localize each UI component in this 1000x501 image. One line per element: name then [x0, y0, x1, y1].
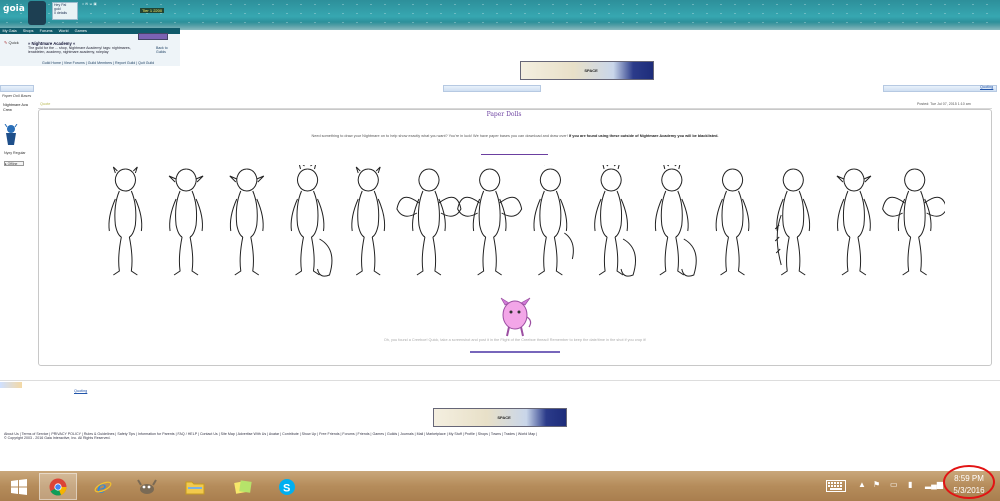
user-info-box: Hey Pal gold 0 details [52, 2, 78, 20]
doll-base-figure [654, 165, 697, 277]
post-author-name[interactable]: Nightmare Ava Crew [3, 103, 33, 112]
doll-base-figure [290, 165, 333, 277]
intro-plain: Need something to draw your Nightmare on… [311, 134, 568, 138]
gold-counter: Tier 1 2200 [140, 8, 165, 13]
ad-text: SPACE [584, 68, 598, 74]
post-outro-text: Oh, you found a Creeboe! Quick, take a s… [383, 338, 647, 342]
copyright: © Copyright 2003 - 2016 Gaia Interactive… [4, 436, 111, 441]
gaia-logo[interactable]: goia [3, 4, 25, 17]
quoting-link[interactable]: Quoting [980, 85, 993, 89]
guild-links[interactable]: Guild Home | View Forums | Guild Members… [42, 61, 154, 65]
taskbar-chrome[interactable] [39, 473, 77, 500]
internet-explorer-icon: e [94, 478, 112, 496]
doll-base-figure [396, 168, 462, 276]
red-circle-annotation [943, 465, 995, 499]
taskbar-gimp[interactable] [128, 473, 166, 500]
doll-base-figure [457, 168, 523, 276]
svg-text:e: e [97, 478, 106, 496]
doll-base-figure [836, 168, 872, 276]
quick-icon: ✎ [4, 40, 8, 45]
gimp-icon [137, 478, 157, 494]
skype-icon: S [279, 478, 295, 495]
creeboe-image[interactable] [497, 295, 533, 339]
paper-dolls-title: Paper Dolls [486, 111, 522, 118]
doll-base-figure [108, 166, 143, 276]
ad-banner-top[interactable]: SPACE [520, 61, 654, 80]
creeboe-thread-link[interactable] [470, 351, 560, 353]
taskbar-internet-explorer[interactable]: e [84, 473, 122, 500]
ad-banner-bottom[interactable]: SPACE [433, 408, 567, 427]
doll-base-figure [229, 168, 265, 276]
ad-text: SPACE [497, 415, 511, 421]
taskbar-skype[interactable]: S [268, 473, 306, 500]
paper-doll-bases-image [108, 165, 945, 277]
quoting-link-footer[interactable]: Quoting [74, 389, 87, 393]
taskbar-notes[interactable] [224, 473, 262, 500]
quick-label: Quick [8, 40, 19, 45]
thread-nav-bar-mid [443, 85, 541, 92]
site-header-banner [0, 0, 1000, 30]
user-line[interactable]: 0 details [53, 11, 77, 15]
page: goia Hey Pal gold 0 details ⌂ ✉ ☺ ▣ Tier… [0, 0, 1000, 501]
user-avatar[interactable] [28, 1, 46, 25]
quote-button[interactable]: Quote [40, 102, 50, 106]
sticky-notes-icon [234, 479, 252, 494]
tray-battery-icon[interactable]: ▮ [908, 480, 912, 489]
author-rank: Nyxy Regular [4, 151, 26, 155]
guilds-link[interactable]: Guilds [156, 50, 168, 54]
guild-side-links: Back to Guilds [156, 46, 168, 54]
windows-start-button[interactable] [0, 473, 38, 500]
chrome-icon [49, 478, 67, 496]
folder-icon [185, 481, 205, 494]
doll-base-figure [351, 166, 386, 276]
guild-quick-link[interactable]: ✎ Quick [4, 40, 19, 45]
footer-thread-icon[interactable] [0, 382, 22, 388]
author-avatar[interactable] [4, 124, 18, 146]
tray-chevron-up-icon[interactable]: ▲ [858, 480, 866, 489]
intro-warning: If you are found using these outside of … [568, 134, 719, 138]
footer-separator [0, 380, 1000, 381]
footer-links: About Us | Terms of Service | PRIVACY PO… [4, 432, 704, 441]
post-timestamp: Posted: Tue Jul 07, 2015 1:10 am [917, 102, 971, 106]
doll-base-figure [594, 165, 636, 277]
tray-signal-icon[interactable]: ▂▄▆ [925, 480, 943, 489]
doll-base-figure [882, 168, 945, 276]
svg-text:S: S [283, 482, 290, 494]
thread-nav-bar-left[interactable] [0, 85, 34, 92]
windows-logo-icon [11, 478, 27, 495]
doll-base-figure [774, 168, 811, 276]
guild-description: The guild for the ... shop, Nightmare Ac… [28, 46, 131, 55]
doll-base-figure [533, 165, 574, 276]
breadcrumb: Paper Doll Bases [2, 94, 32, 98]
doll-base-figure [168, 168, 204, 276]
tray-windows-flag-icon[interactable]: ⚑ [873, 480, 880, 489]
post-intro-text: Need something to draw your Nightmare on… [40, 134, 990, 138]
guild-emblem [138, 33, 168, 40]
taskbar-file-explorer[interactable] [176, 473, 214, 500]
keyboard-icon[interactable] [826, 480, 846, 492]
author-status-button[interactable]: ▸ Offline [4, 161, 24, 166]
doll-base-figure [715, 168, 750, 276]
title-divider [481, 154, 548, 155]
header-icon-links[interactable]: ⌂ ✉ ☺ ▣ [82, 2, 97, 8]
tray-action-center-icon[interactable]: ▭ [890, 480, 898, 489]
